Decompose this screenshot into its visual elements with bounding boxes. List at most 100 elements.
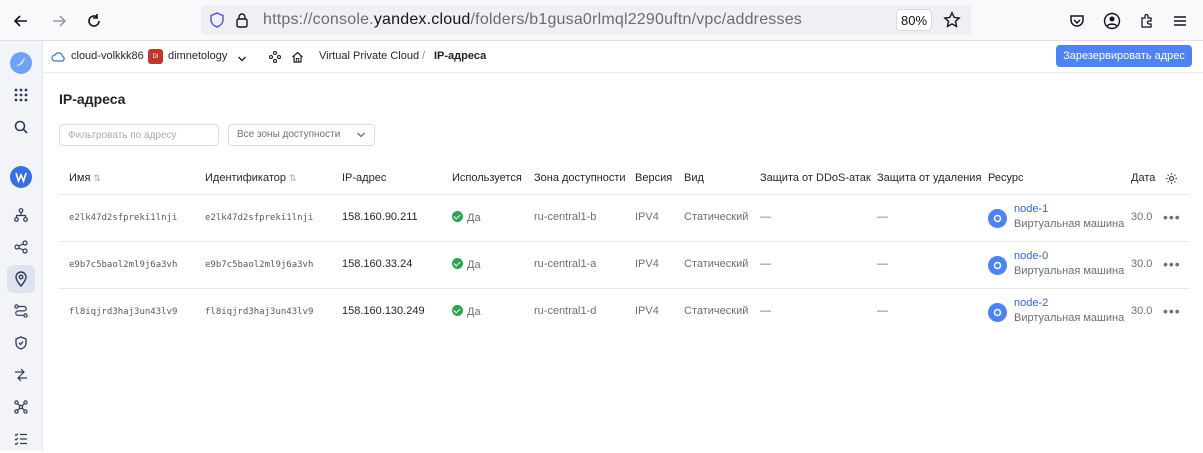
reload-icon[interactable] xyxy=(81,8,107,34)
resource-type: Виртуальная машина xyxy=(1014,312,1125,324)
vpc-service-icon[interactable] xyxy=(7,163,35,191)
breadcrumb-cloud[interactable]: cloud-volkkk86 xyxy=(71,50,144,62)
cell-used: Да xyxy=(452,305,481,318)
cell-version: IPV4 xyxy=(635,211,659,223)
table-settings-gear-icon[interactable] xyxy=(1165,172,1178,190)
forward-icon[interactable] xyxy=(46,8,72,34)
check-circle-icon xyxy=(452,305,463,316)
cell-id[interactable]: e9b7c5baol2ml9j6a3vh xyxy=(205,260,313,270)
check-circle-icon xyxy=(452,258,463,269)
cell-name[interactable]: e9b7c5baol2ml9j6a3vh xyxy=(69,260,177,270)
row-actions-more-icon[interactable]: ••• xyxy=(1163,303,1181,319)
column-header-name[interactable]: Имя ⇅ xyxy=(69,172,101,184)
extensions-icon[interactable] xyxy=(1134,8,1160,34)
table-row[interactable]: e9b7c5baol2ml9j6a3vh e9b7c5baol2ml9j6a3v… xyxy=(59,241,1189,288)
bookmark-star-icon[interactable] xyxy=(943,11,961,34)
routing-tables-icon[interactable] xyxy=(7,297,35,325)
all-services-icon[interactable] xyxy=(7,81,35,109)
column-header-ip: IP-адрес xyxy=(342,172,387,184)
vm-icon xyxy=(988,209,1007,228)
row-actions-more-icon[interactable]: ••• xyxy=(1163,209,1181,225)
cell-ip: 158.160.130.249 xyxy=(342,305,425,317)
url-text: https://console.yandex.cloud/folders/b1g… xyxy=(263,11,802,28)
column-header-version: Версия xyxy=(635,172,673,184)
zone-select[interactable]: Все зоны доступности xyxy=(228,124,375,146)
cell-name[interactable]: e2lk47d2sfpreki1lnji xyxy=(69,213,177,223)
operations-list-icon[interactable] xyxy=(7,425,35,453)
resource-type: Виртуальная машина xyxy=(1014,265,1125,277)
cell-ddos: — xyxy=(760,258,771,270)
cell-id[interactable]: e2lk47d2sfpreki1lnji xyxy=(205,213,313,223)
chevron-down-icon xyxy=(356,130,366,143)
search-icon[interactable] xyxy=(7,113,35,141)
zone-select-value: Все зоны доступности xyxy=(237,129,341,140)
column-header-ddos: Защита от DDoS-атак xyxy=(760,172,871,184)
breadcrumb-folder[interactable]: dimnetology xyxy=(168,50,227,62)
subnets-icon[interactable] xyxy=(7,233,35,261)
breadcrumb-separator: / xyxy=(422,50,426,62)
column-header-deletion: Защита от удаления xyxy=(877,172,982,184)
cell-kind: Статический xyxy=(684,211,749,223)
lock-icon[interactable] xyxy=(235,12,249,33)
yandex-cloud-logo-icon[interactable] xyxy=(7,49,35,77)
chevron-down-icon[interactable] xyxy=(237,51,247,69)
cell-kind: Статический xyxy=(684,305,749,317)
column-header-id[interactable]: Идентификатор ⇅ xyxy=(205,172,297,184)
cell-version: IPV4 xyxy=(635,305,659,317)
cell-id[interactable]: fl8iqjrd3haj3un43lv9 xyxy=(205,307,313,317)
home-icon[interactable] xyxy=(291,50,304,68)
reserve-address-button[interactable]: Зарезервировать адрес xyxy=(1056,45,1192,67)
cloud-icon xyxy=(51,50,65,68)
table-row[interactable]: fl8iqjrd3haj3un43lv9 fl8iqjrd3haj3un43lv… xyxy=(59,288,1189,335)
cell-used: Да xyxy=(452,211,481,224)
column-header-zone: Зона доступности xyxy=(534,172,626,184)
menu-icon[interactable] xyxy=(1167,8,1193,34)
topology-icon[interactable] xyxy=(7,393,35,421)
pocket-icon[interactable] xyxy=(1064,8,1090,34)
address-filter-input[interactable] xyxy=(59,124,219,146)
sort-icon[interactable]: ⇅ xyxy=(289,173,297,183)
cell-used: Да xyxy=(452,258,481,271)
cell-ip: 158.160.33.24 xyxy=(342,258,413,270)
cell-deletion: — xyxy=(877,258,888,270)
ip-addresses-icon[interactable] xyxy=(7,265,35,293)
cell-ddos: — xyxy=(760,211,771,223)
zoom-level[interactable]: 80% xyxy=(896,9,932,31)
breadcrumb-service[interactable]: Virtual Private Cloud xyxy=(319,50,419,62)
cell-zone: ru-central1-d xyxy=(534,305,597,317)
shield-icon[interactable] xyxy=(209,12,225,33)
cell-deletion: — xyxy=(877,305,888,317)
address-bar[interactable]: https://console.yandex.cloud/folders/b1g… xyxy=(201,5,971,35)
cell-version: IPV4 xyxy=(635,258,659,270)
cell-ip: 158.160.90.211 xyxy=(342,211,418,223)
column-header-date: Дата xyxy=(1131,172,1156,184)
account-icon[interactable] xyxy=(1099,8,1125,34)
row-actions-more-icon[interactable]: ••• xyxy=(1163,256,1181,272)
security-groups-icon[interactable] xyxy=(7,329,35,357)
sort-icon[interactable]: ⇅ xyxy=(93,173,101,183)
breadcrumb-current: IP-адреса xyxy=(434,50,487,62)
cell-deletion: — xyxy=(877,211,888,223)
back-icon[interactable] xyxy=(8,8,34,34)
gateways-icon[interactable] xyxy=(7,361,35,389)
resource-link[interactable]: node-2 xyxy=(1014,297,1048,309)
resource-link[interactable]: node-1 xyxy=(1014,203,1048,215)
service-switch-icon[interactable] xyxy=(268,50,282,68)
vm-icon xyxy=(988,256,1007,275)
cell-zone: ru-central1-b xyxy=(534,211,597,223)
vm-icon xyxy=(988,303,1007,322)
cell-date: 30.0 xyxy=(1131,258,1153,270)
resource-type: Виртуальная машина xyxy=(1014,218,1125,230)
cell-kind: Статический xyxy=(684,258,749,270)
cell-name[interactable]: fl8iqjrd3haj3un43lv9 xyxy=(69,307,177,317)
browser-toolbar: https://console.yandex.cloud/folders/b1g… xyxy=(0,0,1203,41)
page-title: IP-адреса xyxy=(59,91,126,107)
column-header-kind: Вид xyxy=(684,172,704,184)
networks-icon[interactable] xyxy=(7,201,35,229)
check-circle-icon xyxy=(452,211,463,222)
column-header-used: Используется xyxy=(452,172,522,184)
left-rail xyxy=(0,41,43,451)
resource-link[interactable]: node-0 xyxy=(1014,250,1048,262)
cell-date: 30.0 xyxy=(1131,305,1153,317)
table-row[interactable]: e2lk47d2sfpreki1lnji e2lk47d2sfpreki1lnj… xyxy=(59,194,1189,241)
